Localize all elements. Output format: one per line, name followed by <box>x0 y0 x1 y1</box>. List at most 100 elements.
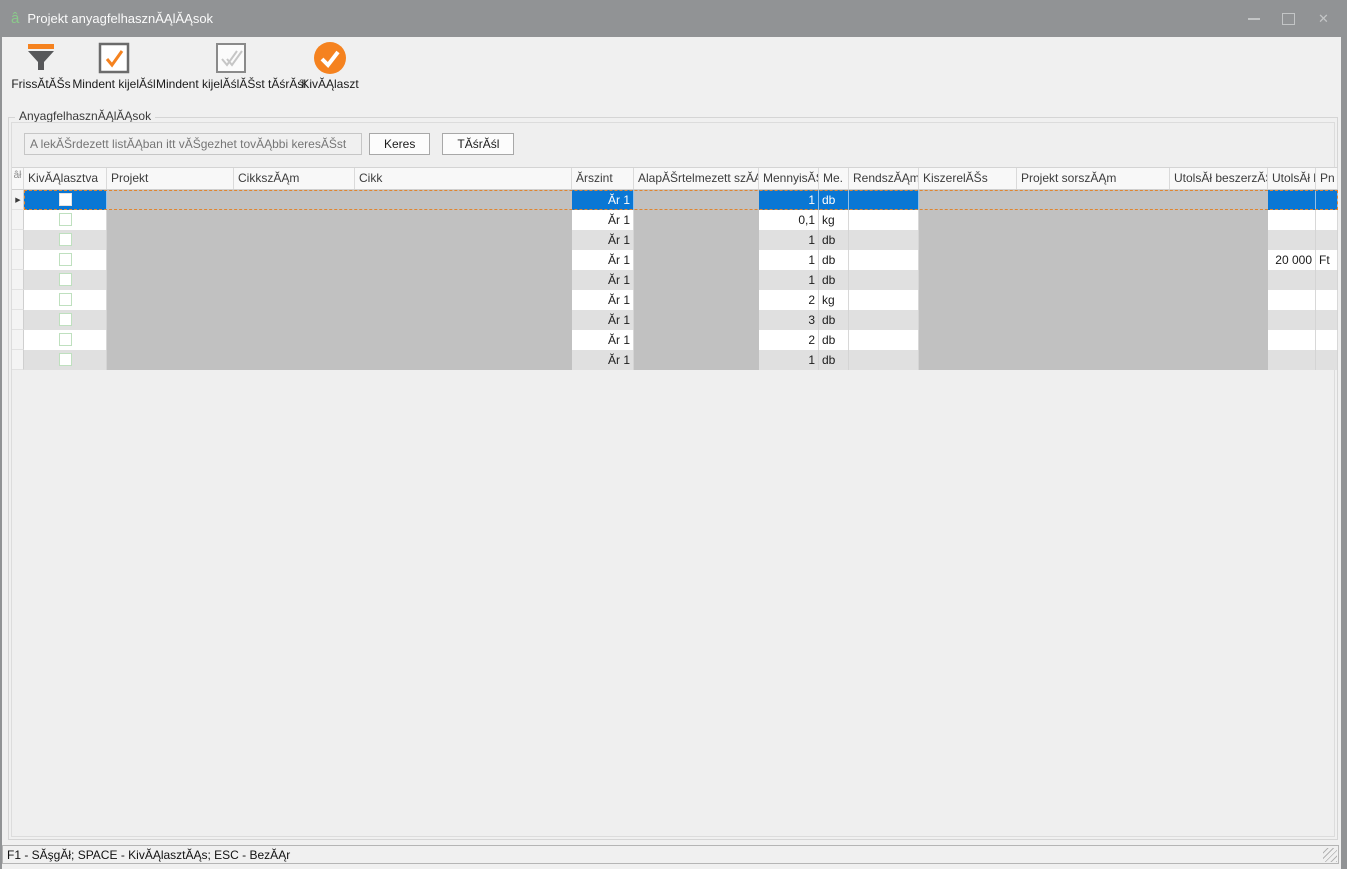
cell-rendszam[interactable] <box>849 310 919 330</box>
cell-kivalasztva[interactable] <box>24 290 107 310</box>
cell-kivalasztva[interactable] <box>24 210 107 230</box>
column-header-utolso_beszerzes[interactable]: UtolsĂł beszerzĂŠs s: <box>1170 168 1268 189</box>
cell-mennyiseg[interactable]: 1 <box>759 230 819 250</box>
column-header-arszint[interactable]: Ărszint <box>572 168 634 189</box>
row-checkbox[interactable] <box>59 293 72 306</box>
cell-arszint[interactable]: Ăr 1 <box>572 210 634 230</box>
cell-pn[interactable] <box>1316 330 1338 350</box>
cell-rendszam[interactable] <box>849 190 919 210</box>
cell-utolso_be[interactable] <box>1268 230 1316 250</box>
cell-mennyiseg[interactable]: 2 <box>759 330 819 350</box>
column-header-kiszereles[interactable]: KiszerelĂŠs <box>919 168 1017 189</box>
row-selector[interactable] <box>12 250 24 270</box>
cell-arszint[interactable]: Ăr 1 <box>572 270 634 290</box>
table-row[interactable]: Ăr 13db <box>12 310 1338 330</box>
table-row[interactable]: Ăr 10,1kg <box>12 210 1338 230</box>
cell-pn[interactable] <box>1316 230 1338 250</box>
cell-pn[interactable]: Ft <box>1316 250 1338 270</box>
clear-button[interactable]: TĂśrĂśl <box>442 133 514 155</box>
cell-kivalasztva[interactable] <box>24 190 107 210</box>
clear-selection-button[interactable]: Mindent kijelĂślĂŠst tĂśrĂśl <box>166 41 296 91</box>
cell-rendszam[interactable] <box>849 230 919 250</box>
column-header-pn[interactable]: Pn <box>1316 168 1338 189</box>
cell-mennyiseg[interactable]: 1 <box>759 350 819 370</box>
row-checkbox[interactable] <box>59 313 72 326</box>
cell-me[interactable]: db <box>819 190 849 210</box>
cell-me[interactable]: db <box>819 310 849 330</box>
cell-me[interactable]: db <box>819 350 849 370</box>
row-checkbox[interactable] <box>59 333 72 346</box>
column-header-rowmark[interactable]: âł <box>12 168 24 189</box>
column-header-szallito[interactable]: AlapĂŠrtelmezett szĂĄllĂ­tĂł <box>634 168 759 189</box>
search-input[interactable] <box>24 133 362 155</box>
cell-me[interactable]: db <box>819 330 849 350</box>
cell-utolso_be[interactable] <box>1268 190 1316 210</box>
cell-kivalasztva[interactable] <box>24 330 107 350</box>
column-header-projekt[interactable]: Projekt <box>107 168 234 189</box>
cell-me[interactable]: db <box>819 230 849 250</box>
cell-utolso_be[interactable] <box>1268 330 1316 350</box>
cell-utolso_be[interactable] <box>1268 210 1316 230</box>
cell-kivalasztva[interactable] <box>24 310 107 330</box>
cell-arszint[interactable]: Ăr 1 <box>572 310 634 330</box>
cell-pn[interactable] <box>1316 310 1338 330</box>
table-row[interactable]: ▶Ăr 11db <box>12 190 1338 210</box>
cell-utolso_be[interactable] <box>1268 350 1316 370</box>
maximize-button[interactable] <box>1271 0 1306 37</box>
cell-rendszam[interactable] <box>849 270 919 290</box>
cell-kivalasztva[interactable] <box>24 250 107 270</box>
cell-rendszam[interactable] <box>849 210 919 230</box>
cell-pn[interactable] <box>1316 270 1338 290</box>
cell-me[interactable]: db <box>819 270 849 290</box>
column-header-cikk[interactable]: Cikk <box>355 168 572 189</box>
cell-utolso_be[interactable] <box>1268 310 1316 330</box>
row-checkbox[interactable] <box>59 233 72 246</box>
cell-utolso_be[interactable] <box>1268 290 1316 310</box>
close-button[interactable]: ✕ <box>1306 0 1341 37</box>
cell-utolso_be[interactable]: 20 000 <box>1268 250 1316 270</box>
row-checkbox[interactable] <box>59 193 72 206</box>
cell-rendszam[interactable] <box>849 250 919 270</box>
cell-arszint[interactable]: Ăr 1 <box>572 350 634 370</box>
column-header-kivalasztva[interactable]: KivĂĄlasztva <box>24 168 107 189</box>
cell-kivalasztva[interactable] <box>24 350 107 370</box>
column-header-utolso_be[interactable]: UtolsĂł be <box>1268 168 1316 189</box>
table-row[interactable]: Ăr 1 2db <box>12 330 1338 350</box>
cell-mennyiseg[interactable]: 1 <box>759 190 819 210</box>
select-all-button[interactable]: Mindent kijelĂśl <box>70 41 158 91</box>
table-row[interactable]: Ăr 1 1db <box>12 270 1338 290</box>
row-checkbox[interactable] <box>59 273 72 286</box>
cell-rendszam[interactable] <box>849 330 919 350</box>
cell-kivalasztva[interactable] <box>24 230 107 250</box>
cell-pn[interactable] <box>1316 350 1338 370</box>
cell-arszint[interactable]: Ăr 1 <box>572 250 634 270</box>
row-selector[interactable] <box>12 350 24 370</box>
column-header-rendszam[interactable]: RendszĂĄm <box>849 168 919 189</box>
cell-mennyiseg[interactable]: 1 <box>759 270 819 290</box>
row-selector[interactable] <box>12 270 24 290</box>
search-button[interactable]: Keres <box>369 133 430 155</box>
row-selector[interactable]: ▶ <box>12 190 24 210</box>
refresh-button[interactable]: FrissĂ­tĂŠs <box>12 41 70 91</box>
row-checkbox[interactable] <box>59 353 72 366</box>
table-row[interactable]: Ăr 1 1db <box>12 350 1338 370</box>
column-header-cikkszam[interactable]: CikkszĂĄm <box>234 168 355 189</box>
row-selector[interactable] <box>12 210 24 230</box>
cell-me[interactable]: kg <box>819 290 849 310</box>
row-selector[interactable] <box>12 310 24 330</box>
row-checkbox[interactable] <box>59 213 72 226</box>
cell-mennyiseg[interactable]: 2 <box>759 290 819 310</box>
cell-arszint[interactable]: Ăr 1 <box>572 330 634 350</box>
minimize-button[interactable] <box>1236 0 1271 37</box>
column-header-me[interactable]: Me. <box>819 168 849 189</box>
table-row[interactable]: Ăr 11db <box>12 230 1338 250</box>
column-header-mennyiseg[interactable]: MennyisĂŠg <box>759 168 819 189</box>
row-selector[interactable] <box>12 330 24 350</box>
column-header-projekt_sorszam[interactable]: Projekt sorszĂĄm <box>1017 168 1170 189</box>
cell-me[interactable]: db <box>819 250 849 270</box>
row-checkbox[interactable] <box>59 253 72 266</box>
cell-mennyiseg[interactable]: 1 <box>759 250 819 270</box>
choose-button[interactable]: KivĂĄlaszt <box>302 41 358 91</box>
cell-rendszam[interactable] <box>849 350 919 370</box>
cell-me[interactable]: kg <box>819 210 849 230</box>
